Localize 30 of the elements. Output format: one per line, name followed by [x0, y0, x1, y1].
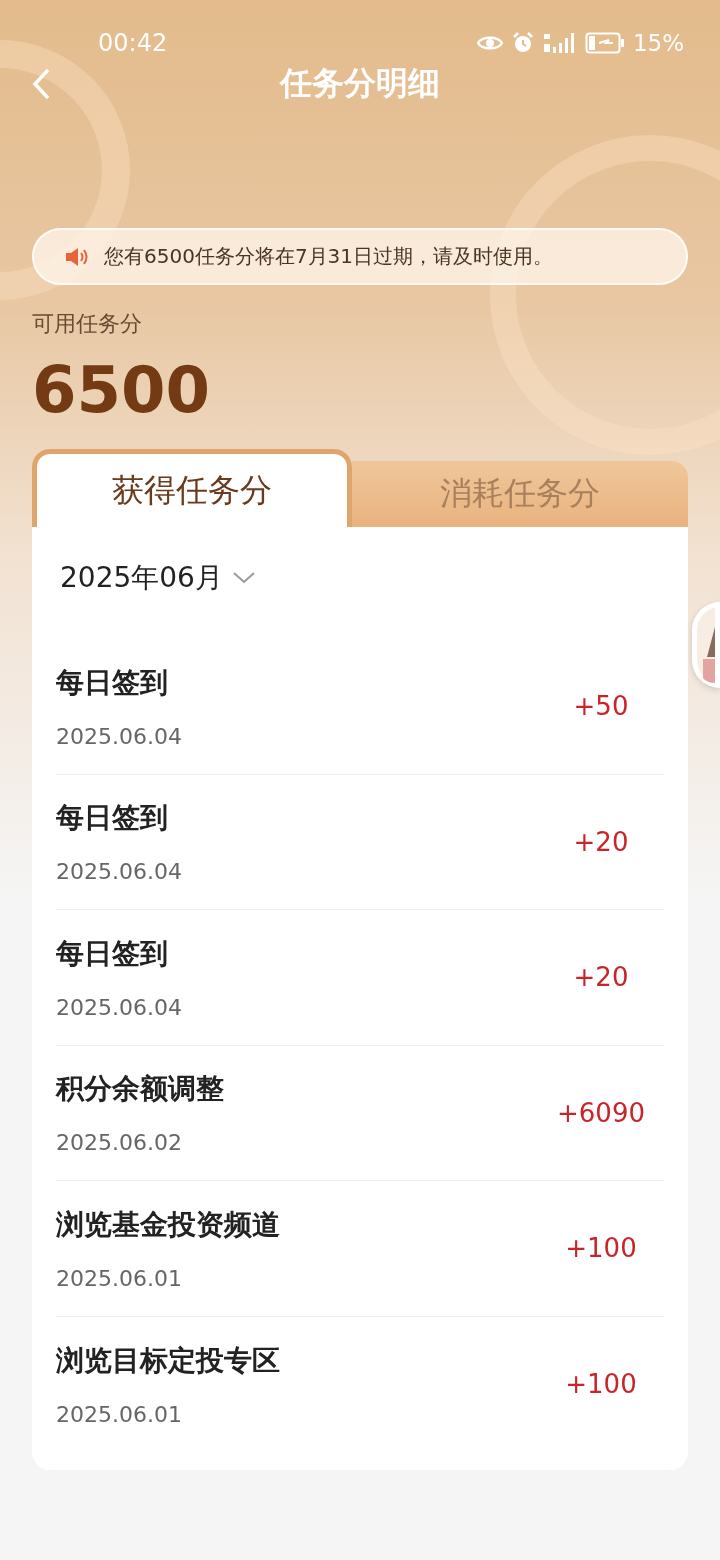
balance-value: 6500 [32, 353, 211, 427]
balance-label: 可用任务分 [32, 310, 142, 338]
record-title: 每日签到 [56, 800, 169, 837]
record-title: 浏览基金投资频道 [56, 1206, 280, 1243]
speaker-icon [64, 245, 90, 268]
record-points: +100 [564, 1233, 638, 1264]
month-selector[interactable]: 2025年06月 [60, 559, 255, 597]
record-date: 2025.06.04 [56, 859, 182, 885]
record-points: +100 [564, 1369, 638, 1400]
battery-percent: 15% [632, 29, 684, 56]
battery-icon [584, 31, 625, 54]
record-title: 每日签到 [56, 935, 169, 972]
signal-icon [542, 30, 577, 55]
record-title: 每日签到 [56, 664, 169, 701]
record-points: +50 [572, 691, 630, 722]
status-time: 00:42 [98, 28, 168, 57]
page-title: 任务分明细 [280, 63, 440, 104]
chevron-down-icon [232, 572, 255, 584]
record-title: 积分余额调整 [56, 1071, 224, 1108]
record-date: 2025.06.02 [56, 1130, 183, 1156]
record-points: +20 [572, 826, 630, 857]
record-date: 2025.06.04 [56, 723, 182, 749]
notice-text: 您有6500任务分将在7月31日过期，请及时使用。 [104, 243, 554, 270]
record-date: 2025.06.01 [56, 1265, 183, 1291]
record-points: +6090 [556, 1097, 646, 1128]
tab[interactable]: 获得任务分 [32, 449, 352, 527]
record-date: 2025.06.01 [56, 1401, 183, 1427]
record-points: +20 [572, 962, 630, 993]
record-date: 2025.06.04 [56, 994, 182, 1020]
record-title: 浏览目标定投专区 [56, 1342, 280, 1379]
